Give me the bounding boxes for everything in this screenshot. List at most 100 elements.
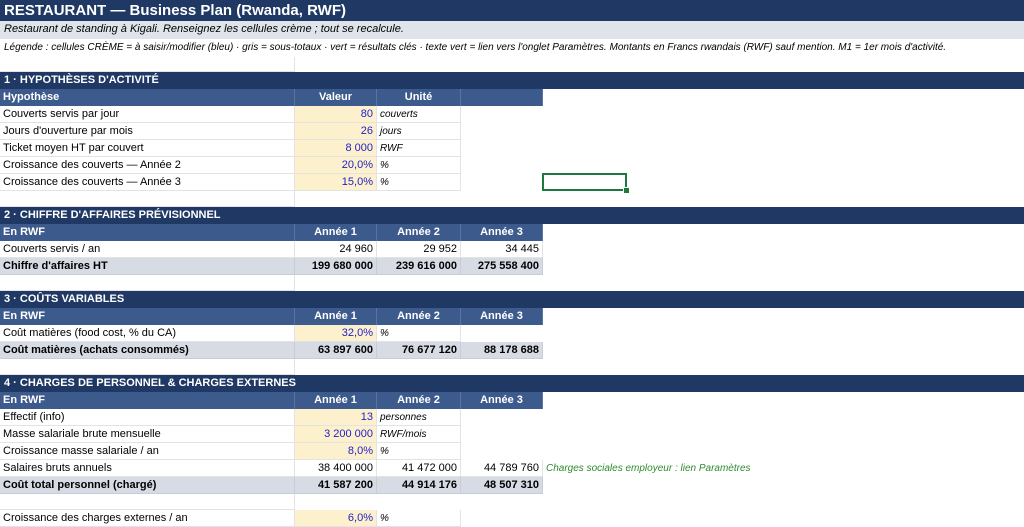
cell[interactable] bbox=[0, 191, 295, 207]
total-cell[interactable]: 275 558 400 bbox=[461, 258, 543, 275]
label-cell[interactable]: Jours d'ouverture par mois bbox=[0, 123, 295, 140]
input-cell[interactable]: 26 bbox=[295, 123, 377, 140]
input-cell[interactable]: 15,0% bbox=[295, 174, 377, 191]
label-cell[interactable]: Coût matières (food cost, % du CA) bbox=[0, 325, 295, 342]
header-annee-2[interactable]: Année 2 bbox=[377, 392, 461, 409]
label-cell[interactable]: Coût matières (achats consommés) bbox=[0, 342, 295, 359]
header-unite[interactable]: Unité bbox=[377, 89, 461, 106]
spacer-row bbox=[0, 494, 1024, 510]
total-cell[interactable]: 76 677 120 bbox=[377, 342, 461, 359]
section-2-title[interactable]: 2 · CHIFFRE D'AFFAIRES PRÉVISIONNEL bbox=[0, 207, 1024, 224]
unit-cell[interactable]: RWF bbox=[377, 140, 461, 157]
header-label[interactable]: En RWF bbox=[0, 392, 295, 409]
fill-handle[interactable] bbox=[623, 187, 630, 194]
input-cell[interactable]: 20,0% bbox=[295, 157, 377, 174]
section-2-header: En RWF Année 1 Année 2 Année 3 bbox=[0, 224, 1024, 241]
value-cell[interactable]: 41 472 000 bbox=[377, 460, 461, 477]
section-4-band: 4 · CHARGES DE PERSONNEL & CHARGES EXTER… bbox=[0, 375, 1024, 392]
label-cell[interactable]: Ticket moyen HT par couvert bbox=[0, 140, 295, 157]
total-cell[interactable]: 88 178 688 bbox=[461, 342, 543, 359]
parametres-link-note[interactable]: Charges sociales employeur : lien Paramè… bbox=[543, 460, 783, 477]
total-cell[interactable]: 41 587 200 bbox=[295, 477, 377, 494]
unit-cell[interactable]: RWF/mois bbox=[377, 426, 461, 443]
row-croissance-a2: Croissance des couverts — Année 2 20,0% … bbox=[0, 157, 1024, 174]
header-annee-1[interactable]: Année 1 bbox=[295, 308, 377, 325]
section-3-header: En RWF Année 1 Année 2 Année 3 bbox=[0, 308, 1024, 325]
label-cell[interactable]: Masse salariale brute mensuelle bbox=[0, 426, 295, 443]
unit-cell[interactable]: personnes bbox=[377, 409, 461, 426]
label-cell[interactable]: Effectif (info) bbox=[0, 409, 295, 426]
input-cell[interactable]: 8 000 bbox=[295, 140, 377, 157]
header-annee-3[interactable]: Année 3 bbox=[461, 224, 543, 241]
value-cell[interactable]: 34 445 bbox=[461, 241, 543, 258]
label-cell[interactable]: Croissance des couverts — Année 3 bbox=[0, 174, 295, 191]
label-cell[interactable]: Chiffre d'affaires HT bbox=[0, 258, 295, 275]
row-chiffre-affaires: Chiffre d'affaires HT 199 680 000 239 61… bbox=[0, 258, 1024, 275]
row-jours-ouverture: Jours d'ouverture par mois 26 jours bbox=[0, 123, 1024, 140]
header-label[interactable]: En RWF bbox=[0, 308, 295, 325]
input-cell[interactable]: 13 bbox=[295, 409, 377, 426]
value-cell[interactable]: 29 952 bbox=[377, 241, 461, 258]
spacer-row bbox=[0, 57, 1024, 72]
header-annee-3[interactable]: Année 3 bbox=[461, 308, 543, 325]
total-cell[interactable]: 63 897 600 bbox=[295, 342, 377, 359]
section-4-title[interactable]: 4 · CHARGES DE PERSONNEL & CHARGES EXTER… bbox=[0, 375, 1024, 392]
value-cell[interactable]: 38 400 000 bbox=[295, 460, 377, 477]
header-annee-1[interactable]: Année 1 bbox=[295, 392, 377, 409]
sheet-title[interactable]: RESTAURANT — Business Plan (Rwanda, RWF) bbox=[0, 0, 1024, 21]
cell[interactable] bbox=[0, 359, 295, 375]
legend-text[interactable]: Légende : cellules CRÈME = à saisir/modi… bbox=[0, 39, 1024, 57]
cell[interactable] bbox=[0, 494, 295, 510]
unit-cell[interactable]: % bbox=[377, 325, 461, 342]
label-cell[interactable]: Coût total personnel (chargé) bbox=[0, 477, 295, 494]
total-cell[interactable]: 239 616 000 bbox=[377, 258, 461, 275]
section-1-title[interactable]: 1 · HYPOTHÈSES D'ACTIVITÉ bbox=[0, 72, 1024, 89]
section-1-header: Hypothèse Valeur Unité bbox=[0, 89, 1024, 106]
cell[interactable] bbox=[0, 275, 295, 291]
section-2-band: 2 · CHIFFRE D'AFFAIRES PRÉVISIONNEL bbox=[0, 207, 1024, 224]
label-cell[interactable]: Croissance masse salariale / an bbox=[0, 443, 295, 460]
spacer-row bbox=[0, 359, 1024, 375]
header-annee-1[interactable]: Année 1 bbox=[295, 224, 377, 241]
input-cell[interactable]: 8,0% bbox=[295, 443, 377, 460]
value-cell[interactable]: 44 789 760 bbox=[461, 460, 543, 477]
value-cell[interactable]: 24 960 bbox=[295, 241, 377, 258]
unit-cell[interactable]: couverts bbox=[377, 106, 461, 123]
row-croissance-masse: Croissance masse salariale / an 8,0% % bbox=[0, 443, 1024, 460]
label-cell[interactable]: Salaires bruts annuels bbox=[0, 460, 295, 477]
header-blank[interactable] bbox=[461, 89, 543, 106]
total-cell[interactable]: 48 507 310 bbox=[461, 477, 543, 494]
section-3-title[interactable]: 3 · COÛTS VARIABLES bbox=[0, 291, 1024, 308]
label-cell[interactable]: Couverts servis par jour bbox=[0, 106, 295, 123]
header-label[interactable]: En RWF bbox=[0, 224, 295, 241]
input-cell[interactable]: 6,0% bbox=[295, 510, 377, 527]
header-valeur[interactable]: Valeur bbox=[295, 89, 377, 106]
title-row: RESTAURANT — Business Plan (Rwanda, RWF) bbox=[0, 0, 1024, 21]
sheet-subtitle[interactable]: Restaurant de standing à Kigali. Renseig… bbox=[0, 21, 1024, 39]
header-annee-2[interactable]: Année 2 bbox=[377, 308, 461, 325]
header-hypothese[interactable]: Hypothèse bbox=[0, 89, 295, 106]
row-couverts-an: Couverts servis / an 24 960 29 952 34 44… bbox=[0, 241, 1024, 258]
unit-cell[interactable]: % bbox=[377, 157, 461, 174]
row-croissance-a3: Croissance des couverts — Année 3 15,0% … bbox=[0, 174, 1024, 191]
total-cell[interactable]: 199 680 000 bbox=[295, 258, 377, 275]
input-cell[interactable]: 80 bbox=[295, 106, 377, 123]
input-cell[interactable]: 3 200 000 bbox=[295, 426, 377, 443]
unit-cell[interactable]: % bbox=[377, 443, 461, 460]
label-cell[interactable]: Couverts servis / an bbox=[0, 241, 295, 258]
active-cell-selection[interactable] bbox=[542, 173, 627, 191]
label-cell[interactable]: Croissance des couverts — Année 2 bbox=[0, 157, 295, 174]
label-cell[interactable]: Croissance des charges externes / an bbox=[0, 510, 295, 527]
cell[interactable] bbox=[0, 57, 295, 72]
row-cout-matieres: Coût matières (achats consommés) 63 897 … bbox=[0, 342, 1024, 359]
spacer-row bbox=[0, 275, 1024, 291]
total-cell[interactable]: 44 914 176 bbox=[377, 477, 461, 494]
section-1-band: 1 · HYPOTHÈSES D'ACTIVITÉ bbox=[0, 72, 1024, 89]
unit-cell[interactable]: % bbox=[377, 174, 461, 191]
unit-cell[interactable]: % bbox=[377, 510, 461, 527]
header-annee-2[interactable]: Année 2 bbox=[377, 224, 461, 241]
input-cell[interactable]: 32,0% bbox=[295, 325, 377, 342]
header-annee-3[interactable]: Année 3 bbox=[461, 392, 543, 409]
subtitle-row: Restaurant de standing à Kigali. Renseig… bbox=[0, 21, 1024, 39]
unit-cell[interactable]: jours bbox=[377, 123, 461, 140]
